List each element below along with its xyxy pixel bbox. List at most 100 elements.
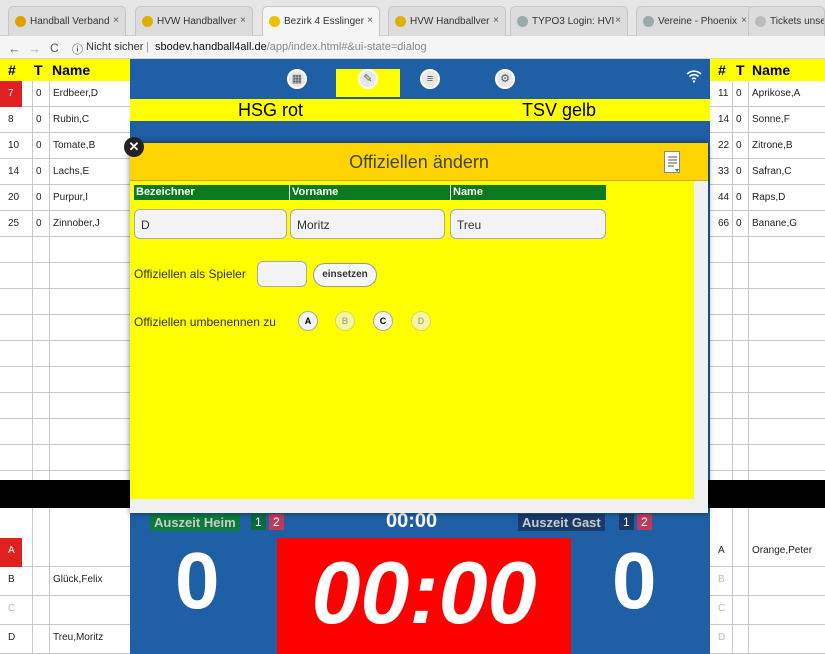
right-table-header: # T Name [710, 59, 825, 81]
official-row[interactable]: A Orange,Peter [710, 538, 825, 567]
tab-favicon-icon [517, 16, 528, 27]
player-name: Erdbeer,D [53, 88, 99, 99]
player-num: 11 [718, 88, 729, 99]
url-host: sbodev.handball4all.de [155, 41, 267, 53]
reload-icon[interactable]: C [50, 41, 59, 55]
tab-label: Bezirk 4 Esslinger [284, 16, 365, 27]
player-row[interactable]: 22 0 Zitrone,B [710, 133, 825, 159]
grid-menu-icon[interactable]: ▦ [287, 69, 307, 89]
player-row[interactable]: 66 0 Banane,G [710, 211, 825, 237]
timeout-home-label[interactable]: Auszeit Heim [150, 514, 240, 531]
tab-close-icon[interactable]: × [493, 15, 499, 26]
url-text[interactable]: sbodev.handball4all.de/app/index.html#&u… [155, 41, 427, 53]
right-header-num: # [718, 62, 726, 78]
empty-row [0, 367, 130, 393]
timeout-guest-1[interactable]: 1 [619, 514, 634, 530]
tab-label: Tickets unserer [770, 16, 824, 27]
player-t: 0 [736, 218, 742, 229]
tab-close-icon[interactable]: × [240, 15, 246, 26]
close-icon[interactable]: ✕ [124, 137, 144, 157]
tab-close-icon[interactable]: × [741, 15, 747, 26]
rename-option-c[interactable]: C [373, 311, 393, 331]
back-icon[interactable]: ← [8, 41, 21, 56]
timeout-guest-2[interactable]: 2 [637, 514, 652, 530]
player-t: 0 [736, 140, 742, 151]
player-row[interactable]: 14 0 Lachs,E [0, 159, 130, 185]
score-home[interactable]: 0 [175, 535, 220, 627]
forward-icon[interactable]: → [28, 41, 41, 56]
player-row[interactable]: 33 0 Safran,C [710, 159, 825, 185]
official-row[interactable]: B Glück,Felix [0, 567, 130, 596]
edit-icon[interactable]: ✎ [358, 69, 378, 89]
player-row[interactable]: 44 0 Raps,D [710, 185, 825, 211]
empty-row [0, 315, 130, 341]
browser-tab[interactable]: Handball Verband × [8, 6, 126, 36]
official-label: C [718, 603, 726, 614]
browser-tab[interactable]: HVW Handballver × [388, 6, 506, 36]
einsetzen-button[interactable]: einsetzen [313, 263, 377, 287]
rename-option-b[interactable]: B [335, 311, 355, 331]
player-number-input[interactable] [257, 261, 307, 287]
col-vorname: Vorname [292, 186, 339, 198]
rename-option-d[interactable]: D [411, 311, 431, 331]
official-row[interactable]: A [0, 538, 130, 567]
rename-option-a[interactable]: A [298, 311, 318, 331]
rename-label: Offiziellen umbenennen zu [134, 315, 276, 329]
browser-tab[interactable]: Vereine - Phoenix × [636, 6, 754, 36]
player-name: Banane,G [752, 218, 798, 229]
browser-tab[interactable]: TYPO3 Login: HVI × [510, 6, 628, 36]
player-name: Sonne,F [752, 114, 790, 125]
player-row[interactable]: 10 0 Tomate,B [0, 133, 130, 159]
official-label: D [718, 632, 726, 643]
notes-icon[interactable] [664, 151, 680, 173]
player-row[interactable]: 20 0 Purpur,I [0, 185, 130, 211]
list-menu-icon[interactable]: ≡ [420, 69, 440, 89]
official-row[interactable]: D Treu,Moritz [0, 625, 130, 654]
browser-tab[interactable]: Bezirk 4 Esslinger × [262, 6, 380, 36]
edit-officials-dialog: Offiziellen ändern ✕ Bezeichner Vorname … [124, 137, 708, 513]
browser-tab[interactable]: HVW Handballver × [135, 6, 253, 36]
player-name: Zitrone,B [752, 140, 793, 151]
game-clock-big[interactable]: 00:00 [277, 538, 571, 654]
empty-row [0, 237, 130, 263]
tab-favicon-icon [142, 16, 153, 27]
player-row[interactable]: 7 0 Erdbeer,D [0, 81, 130, 107]
address-bar[interactable]: ← → C ⓘ Nicht sicher | sbodev.handball4a… [0, 36, 825, 59]
official-row[interactable]: C [0, 596, 130, 625]
player-name: Raps,D [752, 192, 786, 203]
timeout-guest-label[interactable]: Auszeit Gast [518, 514, 605, 531]
tab-close-icon[interactable]: × [367, 15, 373, 26]
tab-close-icon[interactable]: × [615, 15, 621, 26]
official-label: B [718, 574, 725, 585]
official-row[interactable]: D [710, 625, 825, 654]
official-row[interactable]: C [710, 596, 825, 625]
tab-label: HVW Handballver [157, 16, 237, 27]
official-row[interactable]: B [710, 567, 825, 596]
dialog-horizontal-scrollbar[interactable] [130, 499, 708, 513]
player-row[interactable]: 8 0 Rubin,C [0, 107, 130, 133]
player-name: Zinnober,J [53, 218, 100, 229]
empty-row [0, 419, 130, 445]
name-input[interactable]: Treu [450, 209, 606, 239]
column-divider [49, 81, 50, 654]
player-num: 10 [8, 140, 20, 151]
info-icon[interactable]: ⓘ [72, 41, 83, 57]
player-row[interactable]: 11 0 Aprikose,A [710, 81, 825, 107]
timeout-home-2[interactable]: 2 [269, 514, 284, 530]
vorname-input[interactable]: Moritz [290, 209, 445, 239]
left-header-num: # [8, 62, 16, 78]
empty-row [710, 341, 825, 367]
right-header-t: T [736, 62, 745, 78]
dialog-vertical-scrollbar[interactable] [694, 181, 708, 499]
official-name: Treu,Moritz [53, 632, 104, 643]
column-divider [32, 81, 33, 654]
tab-close-icon[interactable]: × [113, 15, 119, 26]
score-guest[interactable]: 0 [612, 535, 657, 627]
left-header-name: Name [52, 62, 91, 78]
browser-tab[interactable]: Tickets unserer [748, 6, 825, 36]
timeout-home-1[interactable]: 1 [251, 514, 266, 530]
player-row[interactable]: 25 0 Zinnober,J [0, 211, 130, 237]
bezeichner-input[interactable]: D [134, 209, 287, 239]
player-row[interactable]: 14 0 Sonne,F [710, 107, 825, 133]
settings-icon[interactable]: ⚙ [495, 69, 515, 89]
